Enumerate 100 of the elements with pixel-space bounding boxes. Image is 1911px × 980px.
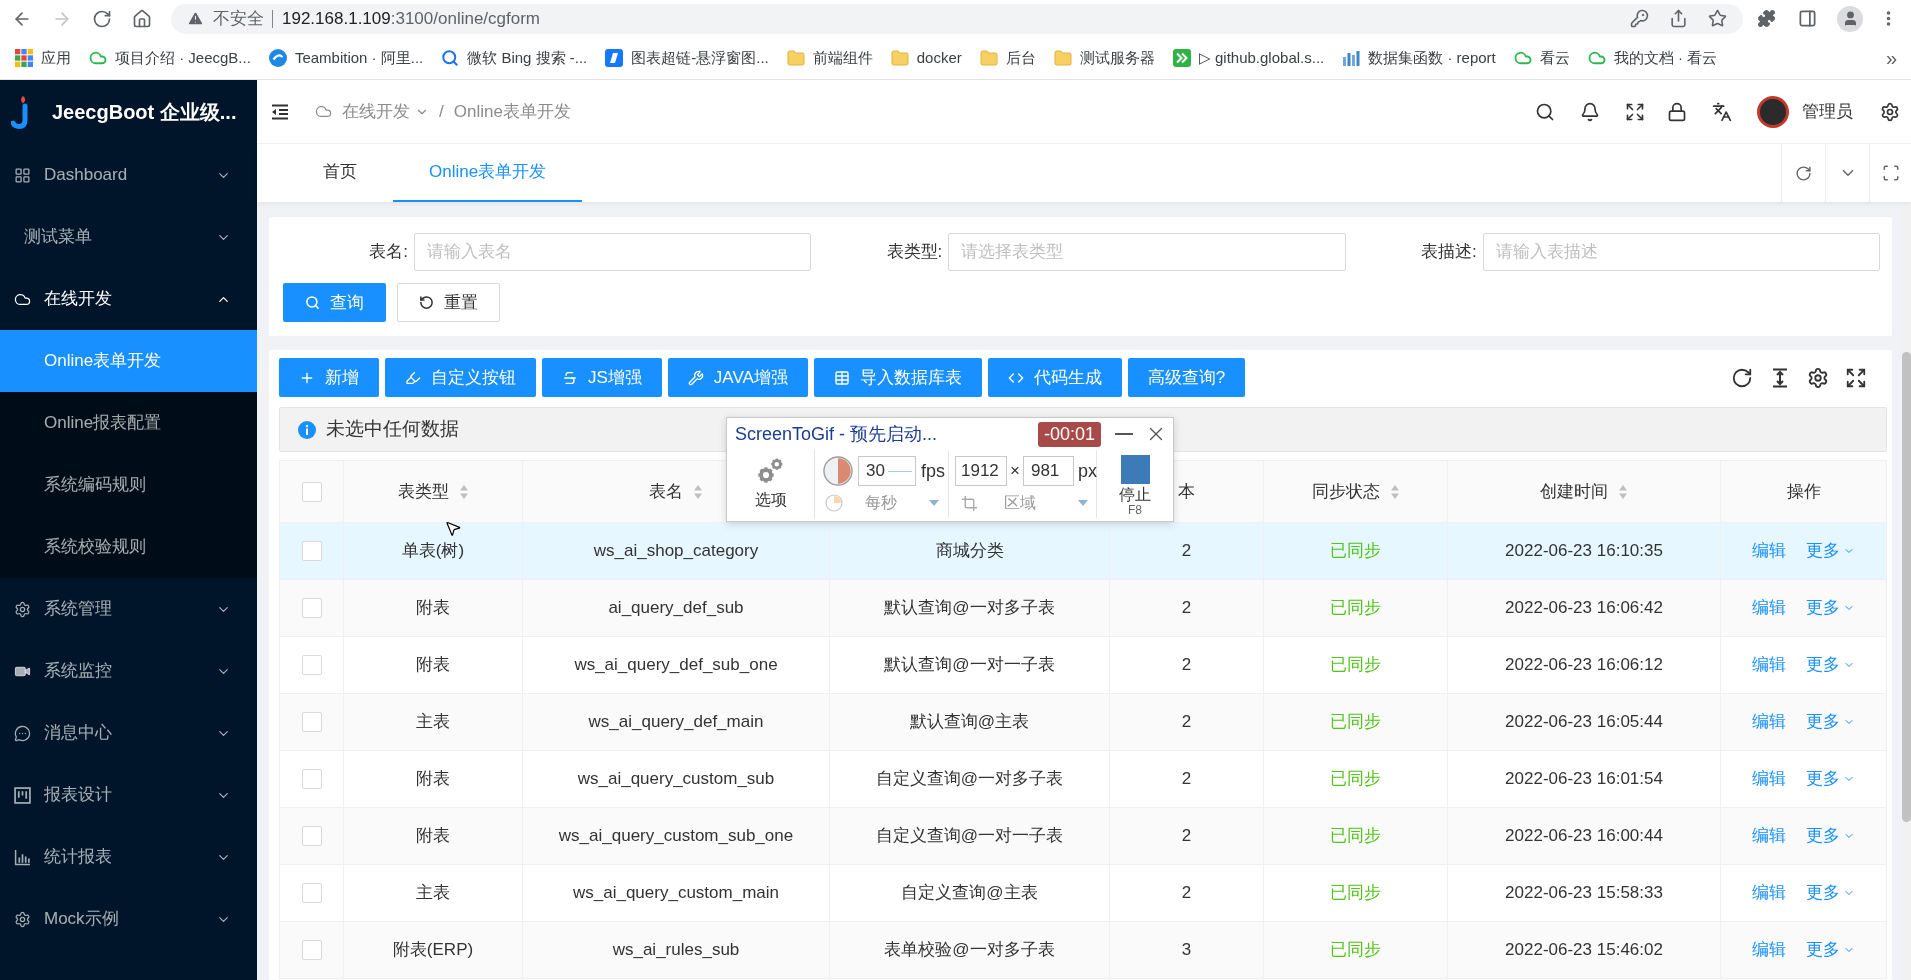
table-cell: 2022-06-23 15:46:02	[1448, 922, 1721, 979]
bookmark[interactable]: 微软 Bing 搜索 -...	[435, 43, 594, 73]
bookmark[interactable]: 应用	[9, 43, 77, 73]
user-name[interactable]: 管理员	[1802, 98, 1853, 125]
bookmark[interactable]: 我的文档 · 看云	[1581, 43, 1724, 73]
translate-icon[interactable]	[1712, 101, 1732, 122]
bookmark[interactable]: 项目介绍 · JeecgB...	[83, 43, 257, 73]
avatar-icon[interactable]	[1757, 95, 1789, 128]
settings-icon[interactable]	[1807, 366, 1829, 389]
fullscreen-icon[interactable]	[1845, 366, 1867, 389]
checkbox[interactable]	[301, 940, 322, 960]
crop-icon	[961, 494, 978, 512]
menu-item[interactable]: 在线开发	[0, 268, 257, 330]
table-row[interactable]: 附表 ai_query_def_sub 默认查询@一对多子表 2 已同步 2022-06-23 16:06:42 编辑 更多	[280, 580, 1887, 637]
puzzle-icon[interactable]	[1757, 9, 1776, 28]
checkbox[interactable]	[301, 769, 322, 789]
bookmark[interactable]: 测试服务器	[1047, 43, 1161, 73]
bookmark[interactable]: docker	[884, 43, 968, 73]
home-icon[interactable]	[132, 8, 152, 29]
tab[interactable]: 首页	[287, 144, 393, 202]
reset-button[interactable]: 重置	[397, 283, 500, 322]
options-button[interactable]: 选项	[727, 450, 815, 518]
menu-item[interactable]: Mock示例	[0, 888, 257, 950]
bookmark[interactable]: 看云	[1507, 43, 1576, 73]
board-icon	[14, 786, 31, 804]
bookmark[interactable]: Teambition · 阿里...	[262, 43, 430, 73]
scrollbar[interactable]	[1902, 202, 1911, 980]
text-input[interactable]: 请选择表类型	[948, 233, 1346, 271]
refresh-icon	[1795, 164, 1812, 182]
column-header: 操作	[1786, 480, 1821, 503]
reload-icon[interactable]	[92, 8, 112, 29]
size-separator: ×	[1010, 460, 1020, 483]
cloud-icon	[315, 103, 332, 120]
bookmark[interactable]: ▷ github.global.s...	[1166, 43, 1331, 73]
text-input[interactable]: 请输入表名	[414, 233, 812, 271]
bookmark[interactable]: 前端组件	[780, 43, 879, 73]
share-icon[interactable]	[1669, 9, 1688, 28]
submenu-item[interactable]: Online报表配置	[0, 392, 257, 454]
menu-item[interactable]: 系统监控	[0, 640, 257, 702]
scrollbar-thumb[interactable]	[1902, 352, 1911, 822]
caret-icon	[1078, 500, 1088, 506]
search-icon[interactable]	[1535, 101, 1555, 122]
checkbox[interactable]	[301, 826, 322, 846]
profile-icon[interactable]	[1837, 5, 1863, 32]
checkbox[interactable]	[301, 598, 322, 618]
lock-icon[interactable]	[1667, 101, 1687, 122]
menu-item[interactable]: 报表设计	[0, 764, 257, 826]
bookmark[interactable]: 图表超链-悬浮窗图...	[599, 43, 775, 73]
submenu-item[interactable]: 系统编码规则	[0, 454, 257, 516]
bookmarks-overflow[interactable]: »	[1885, 48, 1897, 68]
table-icon	[833, 369, 850, 386]
table-row[interactable]: 主表 ws_ai_query_def_main 默认查询@主表 2 已同步 2022-06-23 16:05:44 编辑 更多	[280, 694, 1887, 751]
width-input[interactable]: 1912	[955, 456, 1007, 486]
checkbox[interactable]	[301, 883, 322, 903]
table-row[interactable]: 附表 ws_ai_query_def_sub_one 默认查询@一对一子表 2 已同步 2022-06-23 16:06:12 编辑 更多	[280, 637, 1887, 694]
bookmark[interactable]: 后台	[973, 43, 1042, 73]
bell-icon[interactable]	[1580, 101, 1600, 122]
menu-item[interactable]: 消息中心	[0, 702, 257, 764]
info-icon	[298, 420, 316, 439]
clock-icon	[825, 494, 843, 512]
breadcrumb-separator: /	[439, 100, 444, 123]
menu-item[interactable]: 系统管理	[0, 578, 257, 640]
fps-input[interactable]: 30	[858, 456, 916, 486]
table-row[interactable]: 单表(树) ws_ai_shop_category 商城分类 2 已同步 2022-06-23 16:10:35 编辑 更多	[280, 523, 1887, 580]
gears-icon	[757, 456, 784, 484]
checkbox[interactable]	[301, 541, 322, 561]
menu-item[interactable]: Dashboard	[0, 144, 257, 206]
address-field[interactable]: 不安全 192.168.1.109:3100/online/cgform	[171, 3, 1743, 34]
submenu-item[interactable]: 系统校验规则	[0, 516, 257, 578]
stop-button[interactable]: 停止 F8	[1097, 450, 1173, 518]
key-icon[interactable]	[1630, 9, 1649, 28]
checkbox[interactable]	[301, 481, 322, 502]
reload-icon	[419, 295, 434, 310]
breadcrumb-link[interactable]: 在线开发	[342, 98, 429, 125]
column-header: 本	[1178, 480, 1195, 503]
search-icon	[441, 49, 460, 67]
menu-item[interactable]: 测试菜单	[0, 206, 257, 268]
fps-unit: fps	[921, 459, 945, 483]
refresh-icon[interactable]	[1731, 366, 1753, 389]
table-cell: 已同步	[1264, 922, 1448, 979]
checkbox[interactable]	[301, 712, 322, 732]
table-row[interactable]: 附表(ERP) ws_ai_rules_sub 表单校验@一对多子表 3 已同步 2022-06-23 15:46:02 编辑 更多	[280, 922, 1887, 979]
settings-icon[interactable]	[1880, 101, 1900, 122]
stop-icon	[1120, 455, 1150, 484]
bar-chart-icon	[1342, 49, 1361, 67]
height-input[interactable]: 981	[1022, 456, 1074, 486]
column-header: 同步状态	[1311, 480, 1380, 503]
fullscreen-icon[interactable]	[1625, 101, 1645, 122]
side-panel-icon[interactable]	[1798, 9, 1817, 28]
table-cell: 3	[1110, 922, 1264, 979]
menu-item[interactable]: 统计报表	[0, 826, 257, 888]
field-label: 表类型:	[885, 241, 944, 264]
text-input[interactable]: 请输入表描述	[1482, 233, 1880, 271]
table-row[interactable]: 主表 ws_ai_query_custom_main 自定义查询@主表 2 已同步 2022-06-23 15:58:33 编辑 更多	[280, 865, 1887, 922]
star-icon[interactable]	[1708, 9, 1727, 28]
table-row[interactable]: 附表 ws_ai_query_custom_sub_one 自定义查询@一对一子表 2 已同步 2022-06-23 16:00:44 编辑 更多	[280, 808, 1887, 865]
table-row[interactable]: 附表 ws_ai_query_custom_sub 自定义查询@一对多子表 2 已同步 2022-06-23 16:01:54 编辑 更多	[280, 751, 1887, 808]
bar-chart-icon	[14, 848, 31, 866]
checkbox[interactable]	[301, 655, 322, 675]
bookmark[interactable]: 数据集函数 · report	[1336, 43, 1502, 73]
